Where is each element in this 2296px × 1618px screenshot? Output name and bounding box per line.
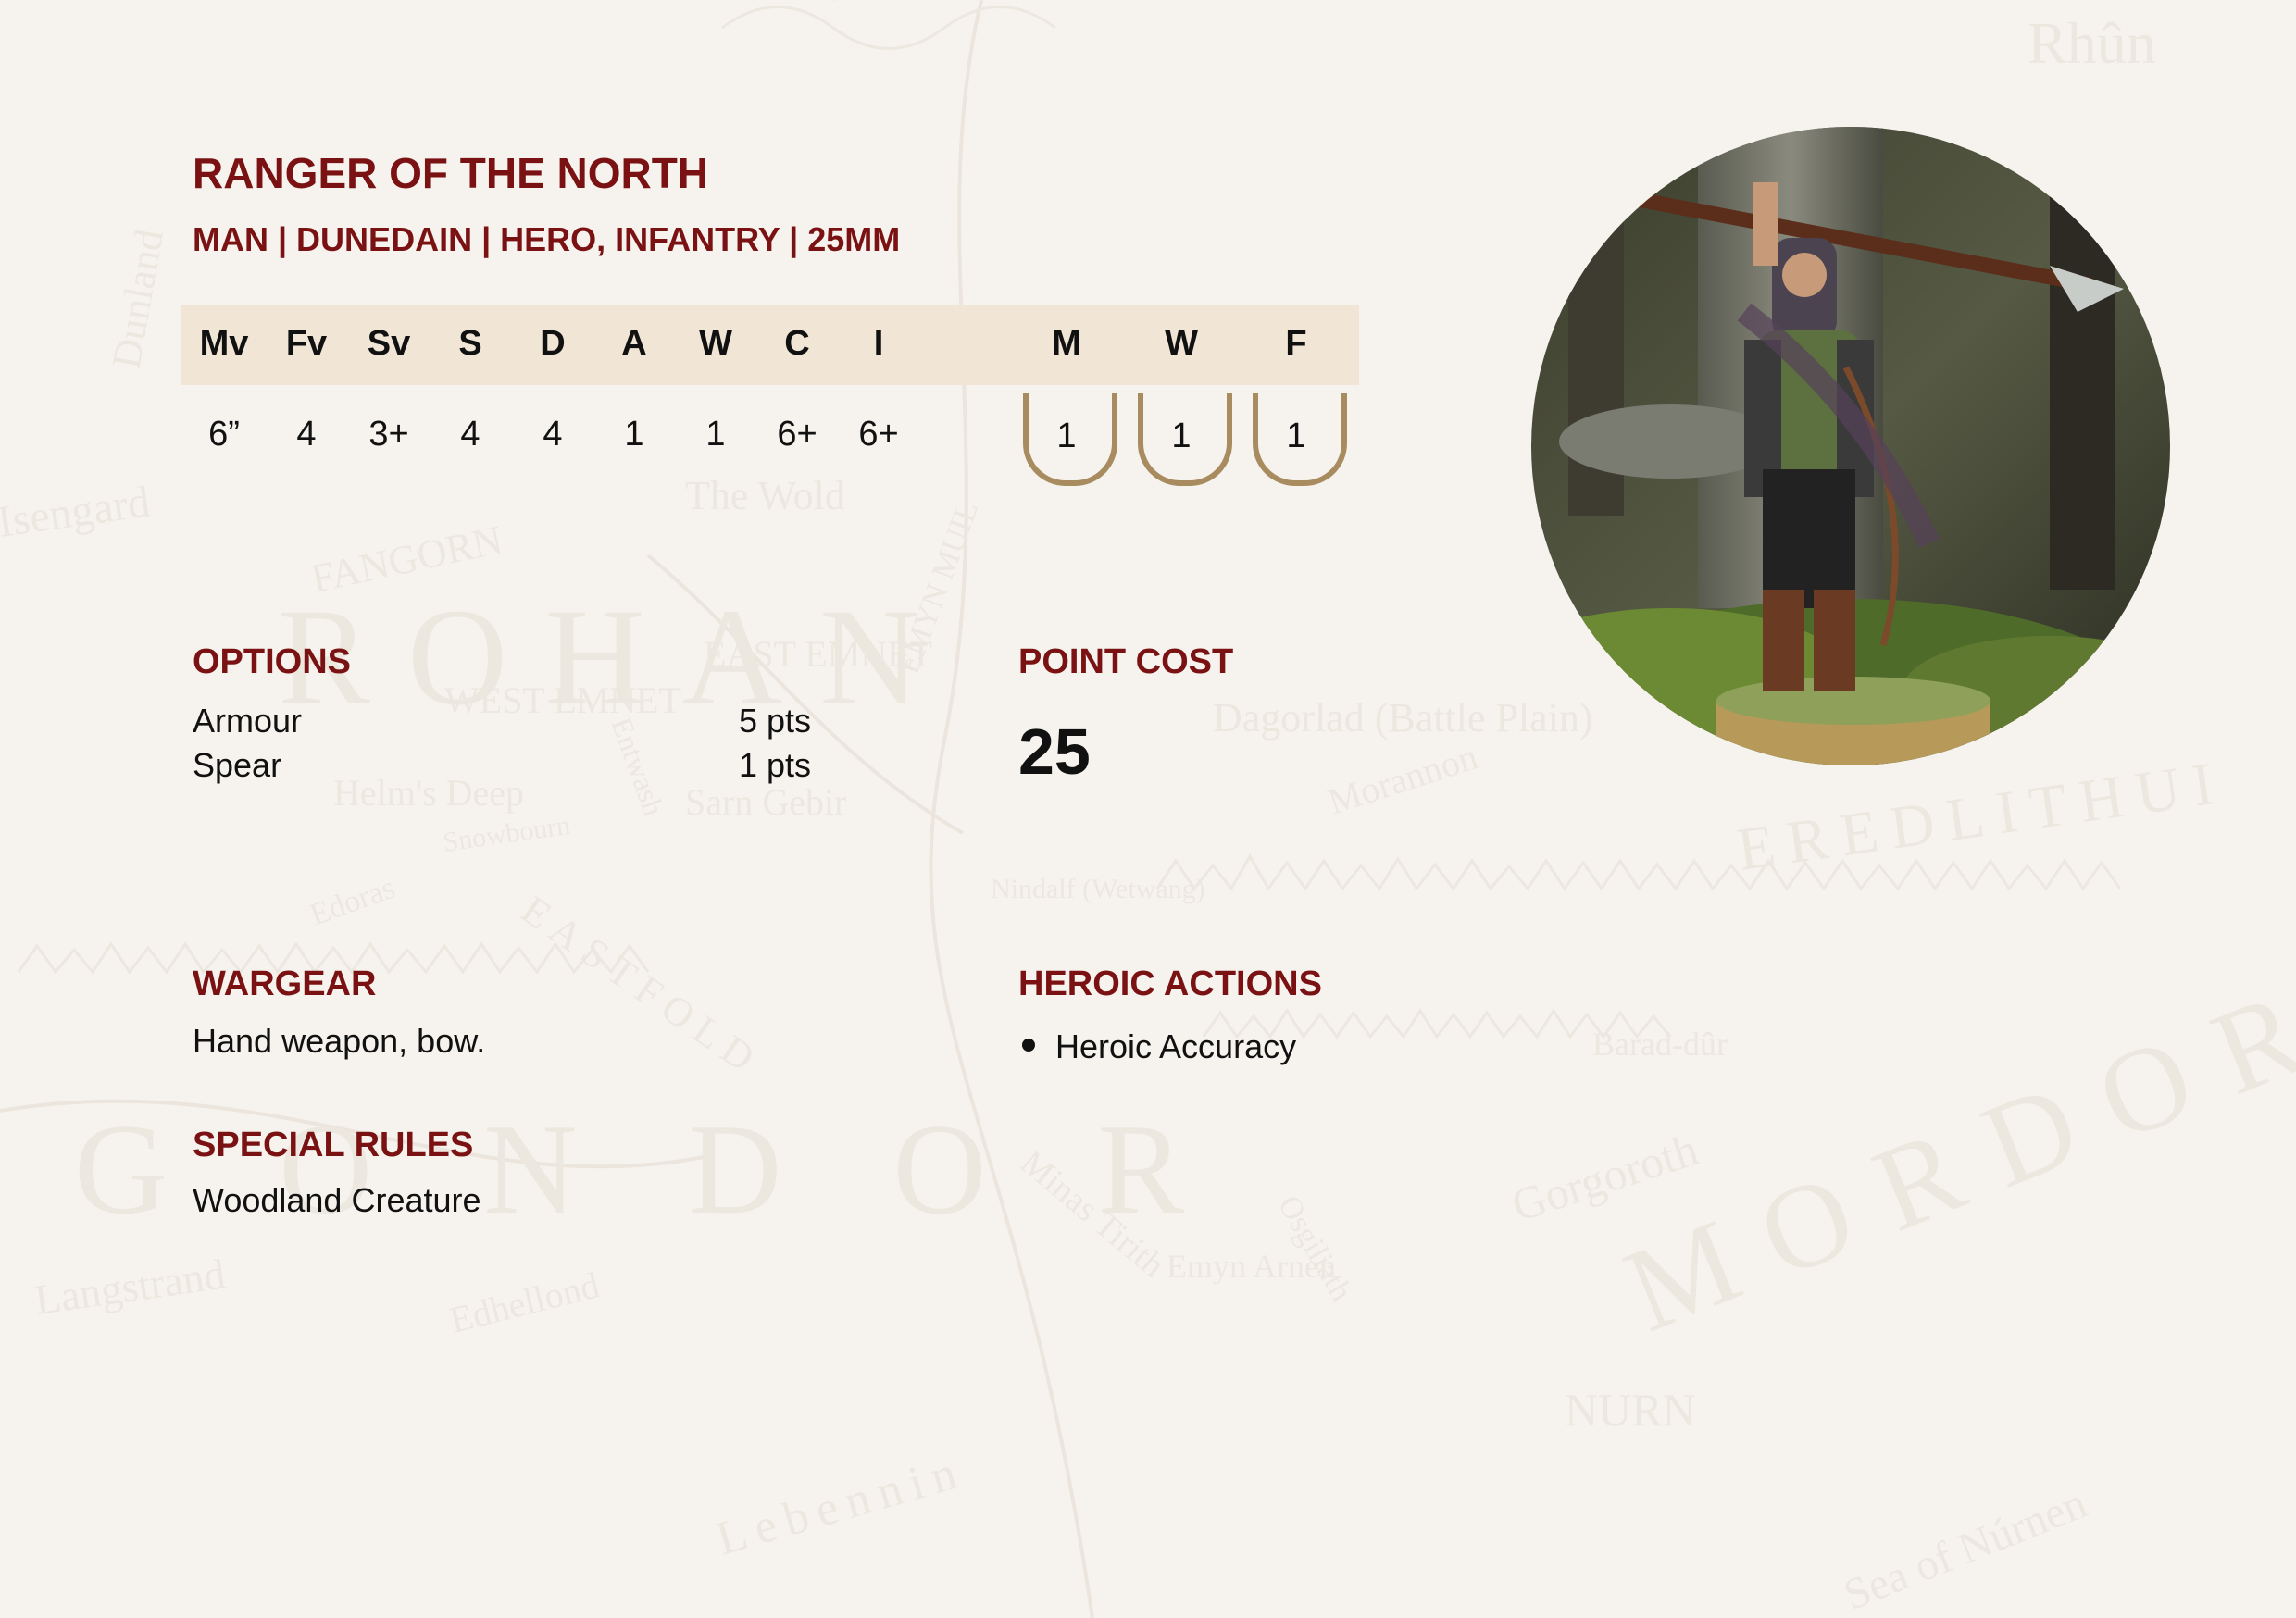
miniature-portrait [1531, 127, 2170, 765]
stat-header-d: D [540, 324, 566, 363]
map-label: Edoras [306, 870, 399, 932]
stat-header-mv: Mv [199, 324, 249, 363]
map-label: Sarn Gebir [685, 781, 846, 823]
stat-value-c: 6+ [777, 415, 817, 454]
stat-header-a: A [621, 324, 647, 363]
stat-header-sv: Sv [367, 324, 411, 363]
stat-header-i: I [873, 324, 884, 363]
map-label: Helm's Deep [333, 772, 524, 814]
stat-header-s: S [458, 324, 482, 363]
stat-value-i: 6+ [858, 415, 899, 454]
map-label: EREDLITHUI [1733, 748, 2230, 883]
heroic-action-item: Heroic Accuracy [1055, 1027, 1297, 1065]
stat-value-fv: 4 [296, 415, 317, 454]
stat-header-c: C [784, 324, 810, 363]
map-label: EAST EMNET [704, 633, 932, 675]
options-heading: OPTIONS [193, 642, 352, 681]
map-label: WEST EMNET [444, 679, 681, 721]
stat-value-d: 4 [543, 415, 563, 454]
profile-keywords: MAN | DUNEDAIN | HERO, INFANTRY | 25MM [193, 220, 901, 258]
profile-title: RANGER OF THE NORTH [193, 149, 709, 197]
special-rules-text: Woodland Creature [193, 1181, 481, 1219]
map-label: Rhûn [2028, 10, 2156, 76]
wargear-text: Hand weapon, bow. [193, 1022, 486, 1060]
stat-header-fv: Fv [285, 324, 328, 363]
stat-value-sv: 3+ [368, 415, 409, 454]
map-label: Edhellond [445, 1263, 603, 1340]
map-label: Nindalf (Wetwang) [991, 874, 1205, 904]
map-label: Morannon [1323, 735, 1482, 822]
will-value: 1 [1171, 417, 1192, 455]
heroic-header-fate: F [1285, 324, 1307, 363]
map-label: EASTFOLD [513, 887, 770, 1086]
stat-value-mv: 6” [208, 415, 240, 454]
map-label: Lebennin [711, 1445, 971, 1566]
map-label: Barad-dûr [1592, 1026, 1728, 1063]
map-label: Dagorlad (Battle Plain) [1213, 695, 1593, 741]
bullet-icon [1022, 1039, 1035, 1052]
stat-header-w: W [699, 324, 732, 363]
map-label: The Wold [685, 473, 845, 518]
stat-value-w: 1 [705, 415, 726, 454]
wargear-heading: WARGEAR [193, 965, 377, 1003]
special-rules-heading: SPECIAL RULES [193, 1126, 474, 1164]
option-name: Armour [193, 702, 303, 740]
might-value: 1 [1056, 417, 1077, 455]
map-label: Sea of Núrnen [1837, 1478, 2093, 1618]
fate-value: 1 [1286, 417, 1306, 455]
stat-value-s: 4 [460, 415, 480, 454]
map-label: Langstrand [31, 1251, 228, 1324]
stat-value-a: 1 [624, 415, 644, 454]
option-cost: 5 pts [739, 702, 812, 740]
option-cost: 1 pts [739, 746, 812, 784]
heroic-header-might: M [1052, 324, 1081, 363]
point-cost-value: 25 [1018, 716, 1091, 788]
map-label: NURN [1565, 1384, 1696, 1436]
heroic-header-will: W [1165, 324, 1198, 363]
ranger-miniature-image [1531, 127, 2170, 765]
map-label: Dunland [104, 226, 173, 372]
heroic-actions-heading: HEROIC ACTIONS [1018, 965, 1322, 1003]
map-label: Isengard [0, 477, 153, 546]
map-label: MORDOR [1608, 953, 2296, 1358]
option-name: Spear [193, 746, 282, 784]
map-label: Snowbourn [441, 810, 572, 858]
point-cost-heading: POINT COST [1018, 642, 1234, 681]
